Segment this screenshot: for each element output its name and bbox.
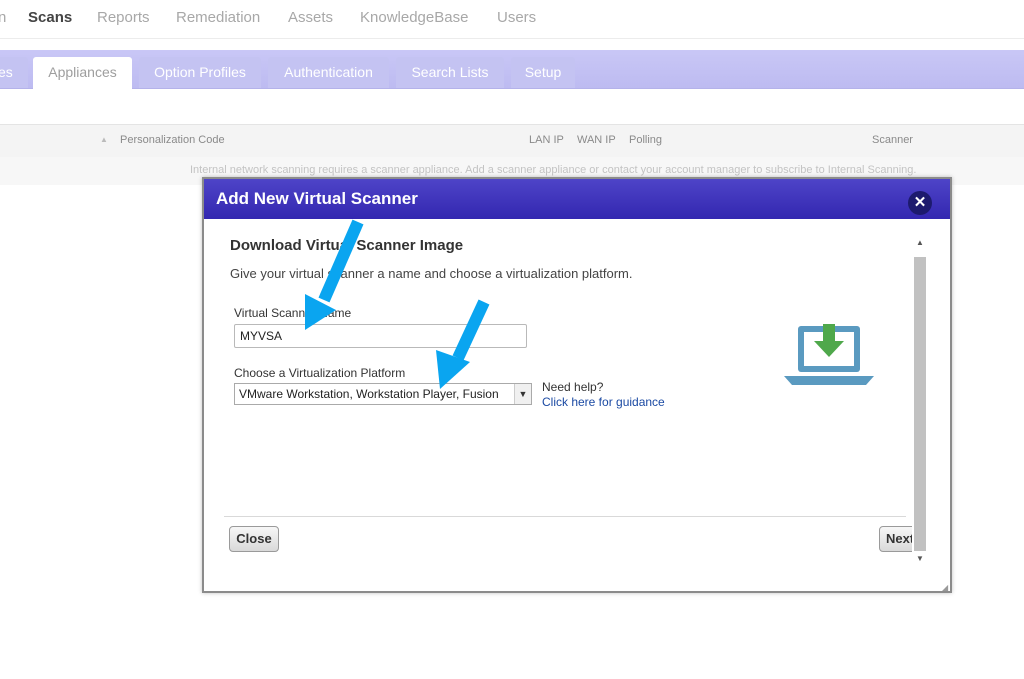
annotation-overlay bbox=[305, 219, 490, 389]
blue-arrow-icon bbox=[305, 219, 364, 330]
blue-arrow-icon bbox=[436, 299, 490, 389]
